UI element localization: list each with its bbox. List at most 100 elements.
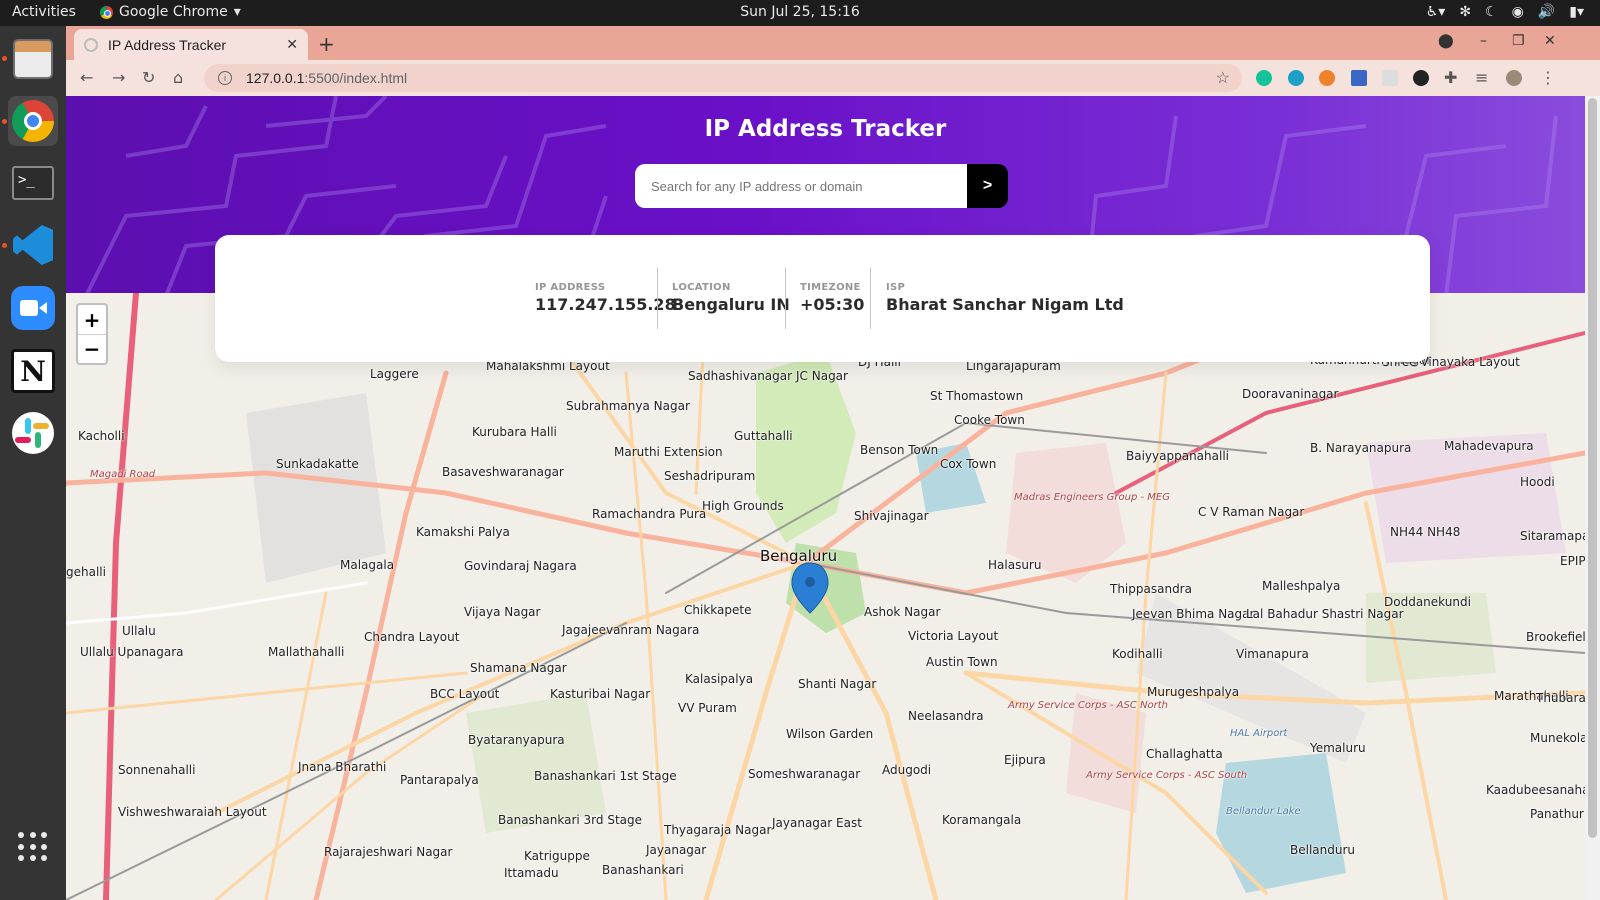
battery-icon: ▮▾ — [1569, 4, 1584, 20]
zoom-out-button[interactable]: − — [78, 334, 106, 363]
map-label: Banashankari 1st Stage — [534, 769, 677, 783]
timezone-value: +05:30 — [800, 295, 865, 314]
map-label: Munekolala — [1530, 731, 1585, 745]
map-label: Rajarajeshwari Nagar — [324, 845, 453, 859]
extension-indicator-icon[interactable]: ✻ — [1459, 4, 1471, 20]
close-window-button[interactable]: ✕ — [1544, 33, 1556, 49]
extension-dark-icon[interactable] — [1413, 70, 1429, 86]
accessibility-icon[interactable]: ♿▾ — [1426, 4, 1446, 20]
extensions-puzzle-icon[interactable]: ✚ — [1444, 68, 1457, 87]
app-menu[interactable]: Google Chrome ▾ — [100, 4, 241, 20]
dock-zoom[interactable] — [8, 283, 58, 333]
tab-close-icon[interactable]: ✕ — [286, 37, 298, 53]
map-label: Madras Engineers Group - MEG — [1014, 492, 1170, 503]
map-label: High Grounds — [702, 499, 784, 513]
dock: >_ N — [0, 26, 66, 900]
profile-avatar[interactable] — [1506, 70, 1522, 86]
map-label: Austin Town — [926, 655, 998, 669]
map-label: Ejipura — [1004, 753, 1046, 767]
dock-chrome[interactable] — [8, 96, 58, 146]
search-submit-button[interactable]: > — [967, 164, 1008, 208]
ip-label: IP ADDRESS — [535, 282, 606, 293]
extension-m-icon[interactable] — [1288, 70, 1304, 86]
map-label: Subrahmanya Nagar — [566, 399, 690, 413]
map-label: Vimanapura — [1236, 647, 1309, 661]
map-label: Panathur — [1530, 807, 1584, 821]
site-info-icon[interactable]: i — [218, 71, 232, 85]
zoom-in-button[interactable]: + — [78, 305, 106, 334]
map-label: Halasuru — [988, 558, 1042, 572]
info-card: IP ADDRESS 117.247.155.28 LOCATION Benga… — [215, 235, 1430, 362]
system-tray[interactable]: ♿▾ ✻ ☾ ◉ 🔊 ▮▾ — [1426, 4, 1584, 20]
map-label: NH44 NH48 — [1390, 525, 1461, 539]
map-label: Basaveshwaranagar — [442, 465, 564, 479]
zoom-icon — [11, 286, 55, 330]
page-scrollbar[interactable] — [1585, 96, 1600, 900]
bookmark-star-icon[interactable]: ☆ — [1216, 68, 1230, 88]
map-label: gehalli — [66, 565, 106, 579]
map-label: Jayanagar East — [772, 816, 862, 830]
map-label: Chandra Layout — [364, 630, 460, 644]
map-label: Someshwaranagar — [748, 767, 861, 781]
map-label: Vishweshwaraiah Layout — [118, 805, 267, 819]
back-icon[interactable]: ← — [80, 68, 93, 87]
info-timezone: TIMEZONE +05:30 — [800, 268, 864, 329]
extension-drive-icon[interactable] — [1382, 70, 1398, 86]
map-label: Kodihalli — [1112, 647, 1163, 661]
clock[interactable]: Sun Jul 25, 15:16 — [740, 4, 860, 20]
map-label: Ashok Nagar — [864, 605, 941, 619]
home-icon[interactable]: ⌂ — [173, 68, 183, 87]
map-label: Jayanagar — [646, 843, 707, 857]
map-label: B. Narayanapura — [1310, 441, 1412, 455]
map-label: Ittamadu — [504, 866, 559, 880]
info-ip: IP ADDRESS 117.247.155.28 — [535, 268, 676, 329]
activities-button[interactable]: Activities — [12, 4, 76, 20]
map-label: Banashankari 3rd Stage — [498, 813, 642, 827]
map-label: Seshadripuram — [664, 469, 756, 483]
map-label: Neelasandra — [908, 709, 984, 723]
dock-files[interactable] — [8, 34, 58, 84]
grammarly-icon[interactable] — [1256, 70, 1272, 86]
system-top-bar: Activities Google Chrome ▾ Sun Jul 25, 1… — [0, 0, 1600, 26]
map[interactable]: + − Laggere Mahalakshmi Layout Sadhashivan… — [66, 293, 1585, 900]
reload-icon[interactable]: ↻ — [142, 68, 155, 87]
map-label: Byataranyapura — [468, 733, 565, 747]
extension-orange-icon[interactable] — [1319, 70, 1335, 86]
dock-terminal[interactable]: >_ — [8, 158, 58, 208]
scrollbar-thumb[interactable] — [1588, 98, 1597, 838]
chrome-icon — [12, 100, 54, 142]
map-label: Victoria Layout — [908, 629, 999, 643]
chevron-down-icon: ▾ — [233, 4, 241, 20]
minimize-button[interactable]: – — [1480, 33, 1487, 49]
running-indicator — [2, 243, 7, 248]
show-applications-button[interactable] — [8, 822, 58, 872]
address-bar[interactable]: i 127.0.0.1:5500/index.html ☆ — [204, 64, 1242, 92]
chrome-icon — [100, 5, 113, 19]
tab-active[interactable]: IP Address Tracker ✕ — [74, 29, 308, 60]
map-label: Guttahalli — [734, 429, 793, 443]
search-input[interactable] — [635, 164, 967, 208]
dock-slack[interactable] — [8, 408, 58, 458]
url-host: 127.0.0.1 — [246, 70, 305, 86]
maximize-button[interactable]: ❐ — [1512, 33, 1525, 49]
slack-icon — [12, 412, 54, 454]
map-label: Mallathahalli — [268, 645, 345, 659]
map-label: Govindaraj Nagara — [464, 559, 577, 573]
map-label: Brookefields — [1526, 630, 1585, 644]
new-tab-button[interactable]: + — [318, 32, 335, 56]
dock-notion[interactable]: N — [8, 346, 58, 396]
running-indicator — [2, 119, 7, 124]
forward-icon[interactable]: → — [112, 68, 125, 87]
terminal-icon: >_ — [12, 166, 54, 200]
isp-value: Bharat Sanchar Nigam Ltd — [886, 295, 1124, 314]
map-label: Ullalu — [122, 624, 156, 638]
map-label: Army Service Corps - ASC South — [1086, 770, 1248, 781]
media-controls-icon[interactable]: ≡ — [1475, 68, 1488, 87]
map-label: Benson Town — [860, 443, 939, 457]
tab-search-icon[interactable]: ⬤ — [1438, 33, 1454, 49]
extension-blue-icon[interactable] — [1351, 70, 1367, 86]
menu-kebab-icon[interactable]: ⋮ — [1540, 68, 1556, 87]
dock-vscode[interactable] — [8, 220, 58, 270]
map-label: Shivajinagar — [854, 509, 929, 523]
divider — [657, 268, 658, 329]
